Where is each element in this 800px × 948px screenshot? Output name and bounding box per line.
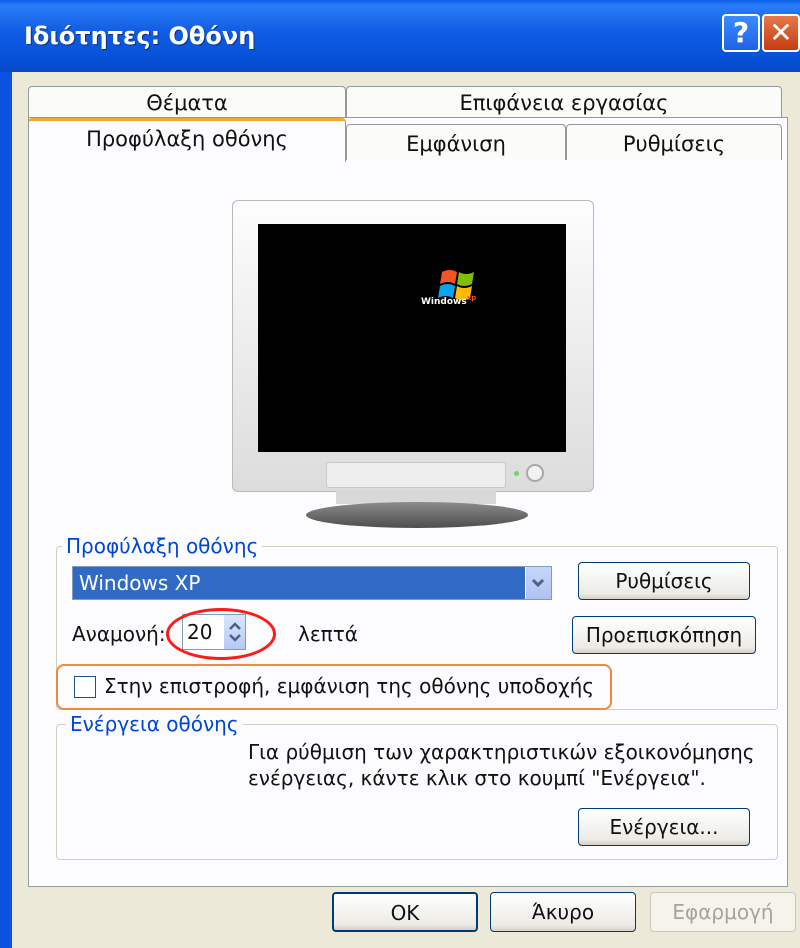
windows-logo-text: Windowsxp	[421, 294, 476, 307]
power-description-line2: ενέργειας, κάντε κλικ στο κουμπί "Ενέργε…	[248, 766, 706, 790]
tab-desktop[interactable]: Επιφάνεια εργασίας	[346, 86, 782, 120]
screensaver-select[interactable]: Windows XP	[72, 566, 552, 600]
tab-settings-label: Ρυθμίσεις	[622, 132, 726, 156]
power-button-label: Ενέργεια...	[609, 815, 719, 839]
tab-appearance-label: Εμφάνιση	[406, 132, 506, 156]
title-bar[interactable]: Ιδιότητες: Οθόνη ? ✕	[0, 0, 800, 72]
tab-settings[interactable]: Ρυθμίσεις	[566, 124, 782, 160]
ok-button[interactable]: OK	[332, 892, 478, 932]
power-description-line1: Για ρύθμιση των χαρακτηριστικών εξοικονό…	[248, 740, 755, 764]
monitor-base	[306, 502, 528, 528]
power-button[interactable]: Ενέργεια...	[578, 808, 750, 846]
tab-themes-label: Θέματα	[146, 91, 228, 115]
wait-unit-label: λεπτά	[298, 622, 358, 646]
apply-button-label: Εφαρμογή	[672, 900, 774, 924]
power-led-icon	[514, 471, 519, 476]
wait-label: Αναμονή:	[72, 622, 166, 646]
wait-highlight-ellipse	[166, 608, 276, 660]
password-on-resume-checkbox[interactable]	[74, 676, 96, 698]
settings-button-label: Ρυθμίσεις	[615, 569, 713, 593]
window-left-border	[0, 72, 12, 948]
tab-screensaver[interactable]: Προφύλαξη οθόνης	[28, 118, 346, 162]
ok-button-label: OK	[390, 901, 420, 925]
display-properties-dialog: Ιδιότητες: Οθόνη ? ✕ Θέματα Επιφάνεια ερ…	[0, 0, 800, 948]
screensaver-select-value: Windows XP	[79, 571, 201, 595]
preview-screen	[258, 224, 566, 452]
apply-button[interactable]: Εφαρμογή	[650, 892, 796, 932]
screensaver-settings-button[interactable]: Ρυθμίσεις	[578, 562, 750, 600]
chevron-down-icon	[531, 578, 545, 588]
preview-button-label: Προεπισκόπηση	[585, 623, 743, 647]
password-on-resume-label[interactable]: Στην επιστροφή, εμφάνιση της οθόνης υποδ…	[104, 674, 594, 698]
power-button-icon	[526, 464, 544, 482]
window-title: Ιδιότητες: Οθόνη	[24, 22, 256, 50]
cancel-button-label: Άκυρο	[531, 900, 595, 924]
power-group-title: Ενέργεια οθόνης	[66, 712, 243, 736]
logo-superscript: xp	[466, 294, 477, 302]
help-button[interactable]: ?	[722, 14, 760, 52]
tab-screensaver-label: Προφύλαξη οθόνης	[86, 127, 288, 151]
preview-button[interactable]: Προεπισκόπηση	[572, 616, 756, 654]
logo-text: Windows	[421, 297, 467, 307]
screensaver-group-title: Προφύλαξη οθόνης	[62, 534, 263, 558]
dropdown-button[interactable]	[525, 567, 551, 599]
tab-themes[interactable]: Θέματα	[28, 86, 346, 120]
cancel-button[interactable]: Άκυρο	[490, 892, 636, 932]
tab-desktop-label: Επιφάνεια εργασίας	[459, 91, 669, 115]
monitor-front-slot	[326, 462, 506, 488]
tab-appearance[interactable]: Εμφάνιση	[346, 124, 566, 160]
close-button[interactable]: ✕	[762, 14, 800, 52]
